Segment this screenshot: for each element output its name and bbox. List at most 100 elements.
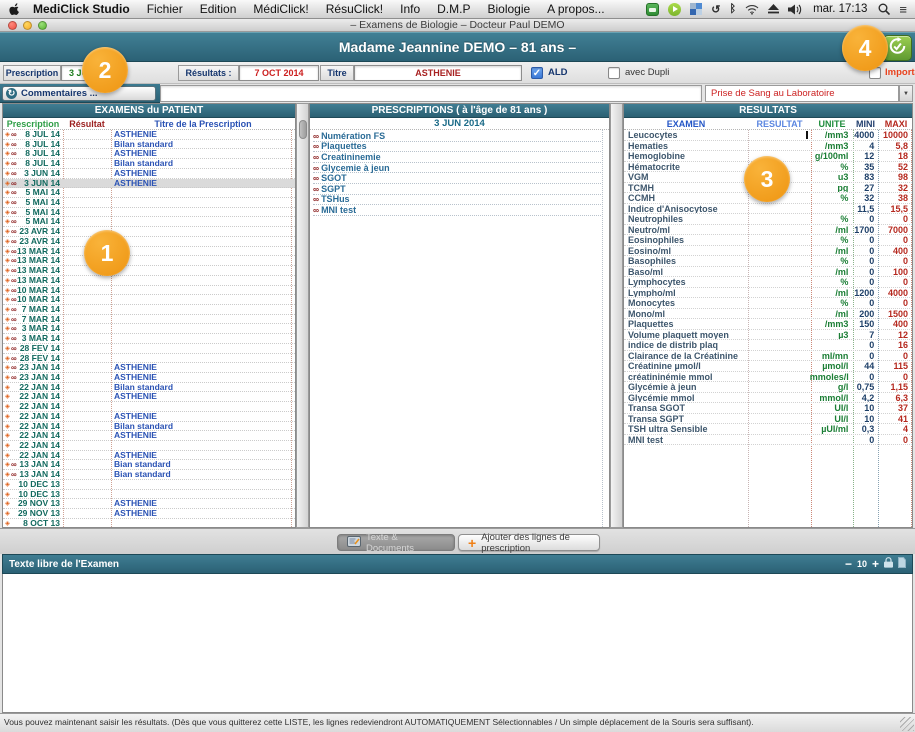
result-value-cell[interactable]	[747, 256, 810, 266]
result-row[interactable]: MNI test00	[624, 435, 912, 446]
ald-checkbox[interactable]: ✓	[531, 67, 543, 79]
result-value-cell[interactable]	[747, 246, 810, 256]
prescription-item[interactable]: ∞Glycemie à jeun	[313, 163, 601, 174]
prescription-item[interactable]: ∞Numération FS	[313, 131, 601, 142]
result-value-cell[interactable]	[747, 214, 810, 224]
spotlight-search-icon[interactable]	[878, 2, 890, 16]
menu-item-info[interactable]: Info	[400, 2, 420, 16]
result-row[interactable]: Lympho/ml/ml12004000	[624, 288, 912, 299]
prescriptions-scrollbar[interactable]	[610, 103, 623, 528]
result-row[interactable]: Eosino/ml/ml0400	[624, 246, 912, 257]
time-machine-icon[interactable]: ↺	[711, 2, 720, 16]
result-value-cell[interactable]	[747, 204, 810, 214]
resize-grip[interactable]	[900, 717, 914, 731]
result-row[interactable]: Mono/ml/ml2001500	[624, 309, 912, 320]
result-value-cell[interactable]	[747, 277, 810, 287]
result-value-cell[interactable]	[747, 267, 810, 277]
result-row[interactable]: Baso/ml/ml0100	[624, 267, 912, 278]
play-app-icon[interactable]	[668, 3, 681, 16]
result-value-cell[interactable]	[747, 382, 810, 392]
prescription-item[interactable]: ∞Plaquettes	[313, 142, 601, 153]
result-value-cell[interactable]	[747, 330, 810, 340]
exams-scrollbar-thumb[interactable]	[299, 120, 307, 139]
free-text-area[interactable]	[2, 574, 913, 713]
result-value-cell[interactable]	[747, 309, 810, 319]
wifi-icon[interactable]	[745, 2, 759, 16]
result-row[interactable]: Neutrophiles%00	[624, 214, 912, 225]
result-row[interactable]: Plaquettes/mm3150400	[624, 319, 912, 330]
avec-dupli-checkbox[interactable]	[608, 67, 620, 79]
result-value-cell[interactable]	[747, 225, 810, 235]
menu-item-fichier[interactable]: Fichier	[147, 2, 183, 16]
result-row[interactable]: Monocytes%00	[624, 298, 912, 309]
prescription-item[interactable]: ∞Creatininemie	[313, 152, 601, 163]
result-row[interactable]: Créatinine µmol/lµmol/l44115	[624, 361, 912, 372]
result-row[interactable]: Lymphocytes%00	[624, 277, 912, 288]
result-value-cell[interactable]	[747, 435, 810, 445]
result-row[interactable]: Transa SGOTUI/l1037	[624, 403, 912, 414]
result-row[interactable]: créatininémie mmolmmoles/l00	[624, 372, 912, 383]
result-value-cell[interactable]	[747, 288, 810, 298]
exam-row[interactable]: ◈8 OCT 13	[3, 519, 295, 527]
result-value-cell[interactable]	[747, 424, 810, 434]
result-row[interactable]: Transa SGPTUI/l1041	[624, 414, 912, 425]
menu-item-biologie[interactable]: Biologie	[487, 2, 530, 16]
result-row[interactable]: Glycémie à jeung/l0,751,15	[624, 382, 912, 393]
grid-app-icon[interactable]	[690, 3, 702, 15]
volume-icon[interactable]	[788, 2, 802, 16]
font-smaller-button[interactable]: −	[845, 558, 852, 570]
prescription-item[interactable]: ∞SGOT	[313, 173, 601, 184]
result-row[interactable]: Leucocytes/mm3400010000	[624, 130, 912, 141]
eject-icon[interactable]	[768, 2, 779, 16]
result-row[interactable]: Volume plaquett moyenµ3712	[624, 330, 912, 341]
menu-item-m-diclick[interactable]: MédiClick!	[253, 2, 308, 16]
comments-input[interactable]	[160, 85, 702, 102]
menu-item-edition[interactable]: Edition	[200, 2, 237, 16]
notification-list-icon[interactable]: ≡	[899, 2, 907, 16]
tab-texte-documents[interactable]: Texte & Documents	[337, 534, 455, 551]
result-value-cell[interactable]	[747, 414, 810, 424]
comments-button[interactable]: ↻ Commentaires ...	[2, 86, 156, 101]
menu-item-a-propos[interactable]: A propos...	[547, 2, 604, 16]
menu-item-app-name[interactable]: MediClick Studio	[33, 2, 130, 16]
result-row[interactable]: Eosinophiles%00	[624, 235, 912, 246]
result-value-cell[interactable]	[747, 340, 810, 350]
result-value-cell[interactable]	[747, 141, 810, 151]
menu-item-d-m-p[interactable]: D.M.P	[437, 2, 470, 16]
prescription-item[interactable]: ∞TSHus	[313, 195, 601, 206]
menu-item-r-suclick[interactable]: RésuClick!	[326, 2, 383, 16]
menu-clock[interactable]: mar. 17:13	[813, 3, 867, 15]
otp-app-icon[interactable]	[646, 3, 659, 16]
result-value-cell[interactable]	[747, 319, 810, 329]
result-row[interactable]: Glycémie mmolmmol/l4,26,3	[624, 393, 912, 404]
result-row[interactable]: indice de distrib plaq016	[624, 340, 912, 351]
result-value-cell[interactable]	[747, 403, 810, 413]
result-value-cell[interactable]	[747, 298, 810, 308]
titre-field[interactable]: ASTHENIE	[354, 65, 522, 81]
results-date-field[interactable]: 7 OCT 2014	[239, 65, 319, 81]
result-row[interactable]: Neutro/ml/ml17007000	[624, 225, 912, 236]
result-value-cell[interactable]	[747, 361, 810, 371]
result-value-cell[interactable]	[747, 235, 810, 245]
prescription-item[interactable]: ∞MNI test	[313, 205, 601, 216]
apple-menu-icon[interactable]	[8, 3, 19, 16]
sample-type-dropdown[interactable]: Prise de Sang au Laboratoire	[705, 85, 899, 102]
page-icon[interactable]	[898, 555, 906, 573]
bluetooth-icon[interactable]: ᛒ	[729, 2, 736, 16]
result-row[interactable]: TSH ultra SensibleµUI/ml0,34	[624, 424, 912, 435]
font-larger-button[interactable]: +	[872, 558, 879, 570]
prescriptions-list: ∞Numération FS∞Plaquettes∞Creatininemie∞…	[310, 130, 609, 527]
result-row[interactable]: Basophiles%00	[624, 256, 912, 267]
result-value-cell[interactable]	[747, 130, 810, 140]
result-row[interactable]: Indice d'Anisocytose11,515,5	[624, 204, 912, 215]
tab-ajouter-lignes[interactable]: + Ajouter des lignes de prescription	[458, 534, 600, 551]
result-row[interactable]: Clairance de la Créatinineml/mn00	[624, 351, 912, 362]
exams-scrollbar[interactable]	[296, 103, 309, 528]
prescription-item[interactable]: ∞SGPT	[313, 184, 601, 195]
result-value-cell[interactable]	[747, 393, 810, 403]
result-value-cell[interactable]	[747, 351, 810, 361]
lock-icon[interactable]	[884, 555, 893, 573]
sample-dropdown-arrow-icon[interactable]: ▼	[899, 85, 913, 102]
result-row[interactable]: Hematies/mm345,8	[624, 141, 912, 152]
result-value-cell[interactable]	[747, 372, 810, 382]
